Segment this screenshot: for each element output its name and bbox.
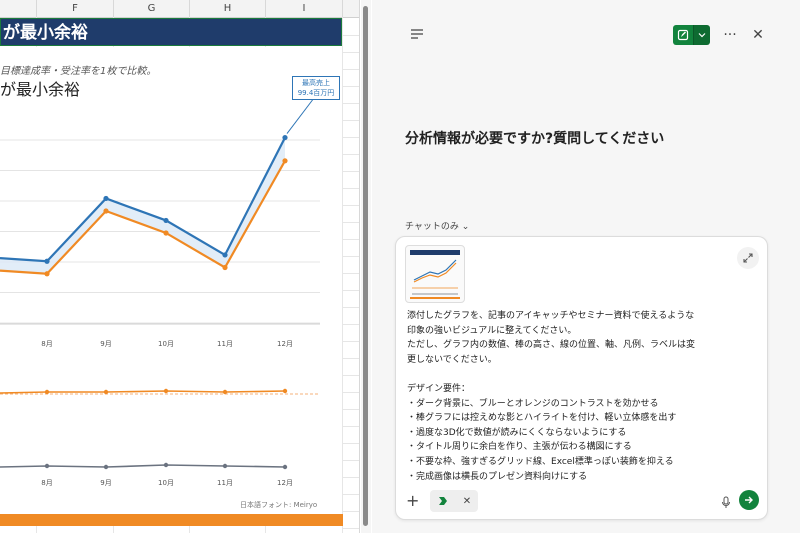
grid-line	[343, 120, 359, 121]
chart-object[interactable]	[0, 47, 342, 514]
orange-footer-bar	[0, 514, 343, 526]
grid-line	[343, 188, 359, 189]
sheet-title-band[interactable]: が最小余裕	[0, 18, 342, 46]
grid-line	[343, 239, 359, 240]
grid-line	[343, 256, 359, 257]
expand-icon[interactable]	[737, 247, 759, 269]
pane-heading: 分析情報が必要ですか?質問してください	[405, 131, 665, 147]
new-chat-icon[interactable]	[673, 25, 693, 45]
prompt-text[interactable]: 添付したグラフを、記事のアイキャッチやセミナー資料で使えるような 印象の強いビジ…	[407, 309, 757, 484]
grid-line	[343, 426, 359, 427]
attachment-chip[interactable]: ✕	[430, 490, 478, 512]
column-header-i[interactable]: I	[266, 0, 343, 17]
grid-line	[343, 528, 359, 529]
grid-line	[343, 392, 359, 393]
spreadsheet-area[interactable]: F G H I が最小余裕 目標達成率・受注率を1枚で比較。 が最小余裕 8月 9…	[0, 0, 360, 533]
grid-line	[343, 409, 359, 410]
grid-line	[343, 307, 359, 308]
grid-line	[343, 154, 359, 155]
grid-line	[343, 460, 359, 461]
grid-line	[343, 273, 359, 274]
font-note: 日本語フォント: Meiryo	[240, 501, 318, 509]
grid-line	[343, 52, 359, 53]
column-header-e[interactable]	[0, 0, 37, 17]
chart-title: が最小余裕	[0, 80, 81, 99]
grid-line	[343, 103, 359, 104]
menu-icon[interactable]	[406, 23, 428, 45]
column-header-g[interactable]: G	[114, 0, 190, 17]
mic-icon[interactable]	[721, 494, 731, 513]
chart-subtitle: 目標達成率・受注率を1枚で比較。	[0, 66, 157, 77]
grid-line	[343, 324, 359, 325]
column-header-j[interactable]	[343, 0, 359, 17]
grid-line	[343, 69, 359, 70]
grid-line	[343, 171, 359, 172]
grid-line	[343, 511, 359, 512]
grid-line	[343, 222, 359, 223]
prompt-input-card[interactable]: 添付したグラフを、記事のアイキャッチやセミナー資料で使えるような 印象の強いビジ…	[395, 236, 768, 520]
column-header-f[interactable]: F	[37, 0, 114, 17]
copilot-pane: ··· ✕ 分析情報が必要ですか?質問してください チャットのみ ⌄ 添付したグ…	[372, 0, 800, 533]
grid-line	[343, 477, 359, 478]
attached-chart-thumbnail[interactable]	[405, 245, 465, 303]
callout-label: 最高売上	[302, 79, 330, 87]
grid-line	[343, 86, 359, 87]
scrollbar-thumb[interactable]	[363, 6, 368, 526]
close-icon[interactable]: ✕	[747, 24, 769, 46]
grid-line	[343, 137, 359, 138]
input-toolbar: + ✕	[396, 485, 767, 519]
callout-value: 99.4百万円	[297, 89, 335, 97]
grid-line	[343, 358, 359, 359]
grid-line	[343, 375, 359, 376]
send-arrow-icon[interactable]	[739, 490, 759, 510]
column-header-row: F G H I	[0, 0, 359, 18]
plus-icon[interactable]: +	[406, 491, 419, 510]
grid-line	[343, 205, 359, 206]
chat-mode-dropdown[interactable]: チャットのみ ⌄	[405, 219, 469, 232]
new-chat-split-button[interactable]	[673, 25, 710, 45]
chevron-down-icon[interactable]	[693, 25, 710, 45]
max-sales-callout: 最高売上 99.4百万円	[292, 76, 340, 100]
grid-line	[343, 494, 359, 495]
grid-line	[343, 35, 359, 36]
grid-line	[343, 290, 359, 291]
copilot-logo-icon	[438, 497, 447, 505]
chip-close-icon[interactable]: ✕	[463, 496, 471, 507]
more-icon[interactable]: ···	[719, 24, 741, 46]
grid-line	[342, 17, 343, 533]
column-header-h[interactable]: H	[190, 0, 266, 17]
grid-line	[343, 341, 359, 342]
grid-line	[343, 443, 359, 444]
